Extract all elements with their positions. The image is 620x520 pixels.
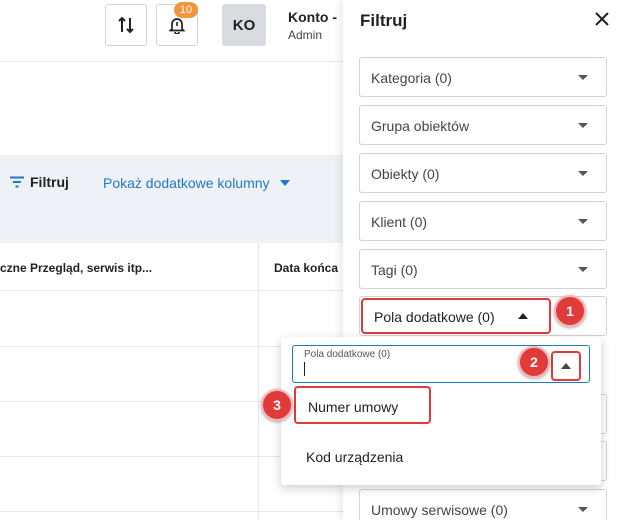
objects-filter-select[interactable]: Obiekty (0) <box>359 153 607 193</box>
objects-filter-label: Obiekty (0) <box>371 166 440 182</box>
filter-button-label: Filtruj <box>30 174 69 190</box>
triangle-up-icon <box>561 363 571 369</box>
avatar[interactable]: KO <box>222 4 266 46</box>
additional-fields-toggle[interactable]: Pola dodatkowe (0) <box>361 298 551 334</box>
filter-button[interactable]: Filtruj <box>10 174 69 190</box>
filter-lines-icon <box>10 176 24 188</box>
account-name[interactable]: Konto - <box>288 9 337 25</box>
option-contract-number[interactable]: Numer umowy <box>294 386 431 424</box>
service-contracts-filter-label: Umowy serwisowe (0) <box>371 502 508 518</box>
chevron-down-icon <box>279 180 290 186</box>
show-more-columns-button[interactable]: Pokaż dodatkowe kolumny <box>103 175 290 191</box>
bell-icon <box>169 18 185 34</box>
tags-filter-select[interactable]: Tagi (0) <box>359 249 607 289</box>
chevron-down-icon <box>578 75 588 80</box>
chevron-down-icon <box>578 219 588 224</box>
notification-count-badge: 10 <box>174 2 198 18</box>
client-filter-label: Klient (0) <box>371 214 428 230</box>
chevron-down-icon <box>578 507 588 512</box>
sort-toggle-button[interactable] <box>105 4 147 46</box>
step-marker-2: 2 <box>518 346 550 378</box>
service-contracts-filter-select[interactable]: Umowy serwisowe (0) <box>359 489 607 520</box>
category-filter-select[interactable]: Kategoria (0) <box>359 57 607 97</box>
option-device-code[interactable]: Kod urządzenia <box>306 449 403 465</box>
column-header-end-date[interactable]: Data końca <box>274 261 338 275</box>
object-group-filter-select[interactable]: Grupa obiektów <box>359 105 607 145</box>
tags-filter-label: Tagi (0) <box>371 262 418 278</box>
collapse-dropdown-button[interactable] <box>551 351 581 381</box>
swap-vertical-icon <box>118 16 134 34</box>
client-filter-select[interactable]: Klient (0) <box>359 201 607 241</box>
additional-fields-label: Pola dodatkowe (0) <box>374 309 495 325</box>
text-cursor <box>304 362 305 376</box>
chevron-down-icon <box>578 171 588 176</box>
additional-fields-search-input[interactable] <box>303 361 533 379</box>
chevron-down-icon <box>578 267 588 272</box>
object-group-filter-label: Grupa obiektów <box>371 118 470 134</box>
notifications-button[interactable]: 10 <box>156 2 198 46</box>
column-header-service[interactable]: czne Przegląd, serwis itp... <box>0 261 152 275</box>
step-marker-1: 1 <box>554 295 586 327</box>
close-icon[interactable] <box>593 10 611 28</box>
option-label: Numer umowy <box>308 399 399 415</box>
show-more-columns-label: Pokaż dodatkowe kolumny <box>103 175 270 191</box>
search-floating-label: Pola dodatkowe (0) <box>304 349 391 360</box>
category-filter-label: Kategoria (0) <box>371 70 452 86</box>
chevron-up-icon <box>518 313 528 319</box>
step-marker-3: 3 <box>261 389 293 421</box>
chevron-down-icon <box>578 123 588 128</box>
filter-panel-title: Filtruj <box>360 11 408 30</box>
column-divider <box>258 243 259 520</box>
account-role: Admin <box>288 28 323 42</box>
page: 10 KO Konto - Admin Filtruj Pokaż dodatk… <box>0 0 620 520</box>
